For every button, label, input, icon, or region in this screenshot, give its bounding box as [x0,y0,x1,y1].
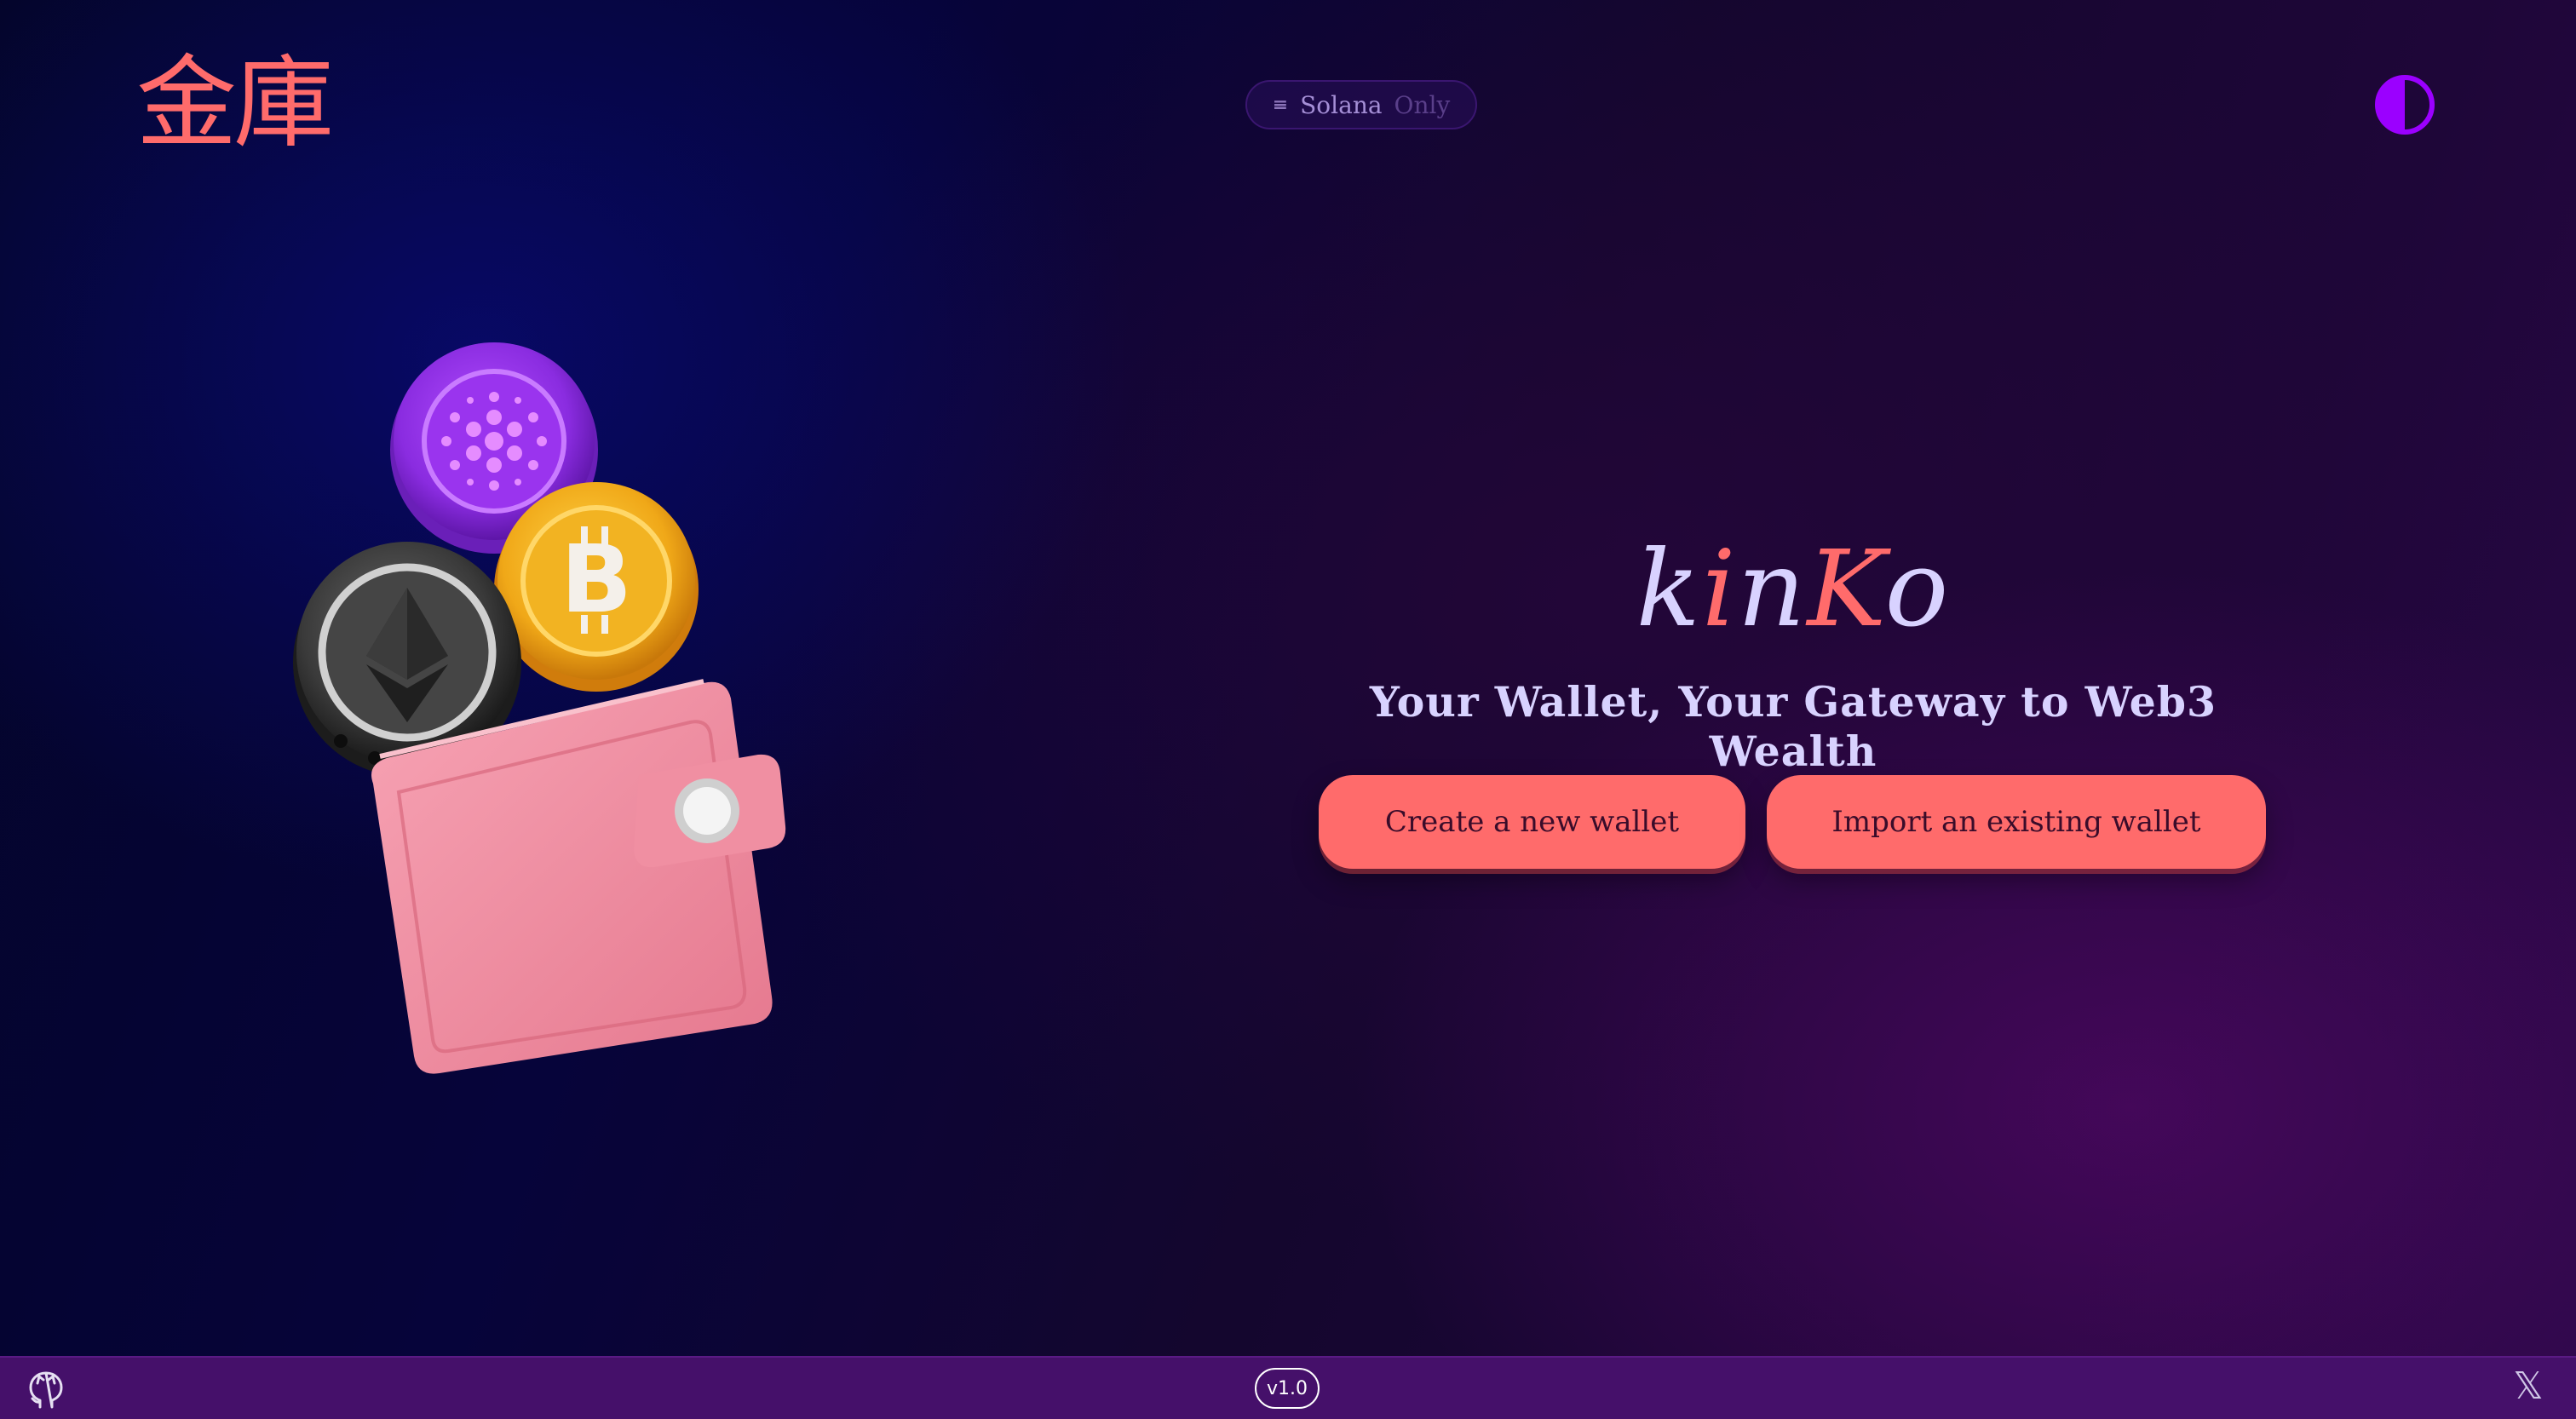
github-icon[interactable] [26,1370,66,1410]
theme-toggle-button[interactable] [2375,75,2435,135]
network-suffix: Only [1394,90,1451,119]
brand-letter: o [1884,528,1951,651]
network-badge: ≡ Solana Only [1245,80,1477,129]
x-twitter-icon[interactable]: 𝕏 [2511,1368,2545,1405]
wallet-illustration: B [293,342,786,1074]
brand-title: kinKo [1312,537,2274,642]
brand-letter: i [1701,528,1738,651]
create-wallet-button[interactable]: Create a new wallet [1319,775,1745,869]
bitcoin-coin-icon: B [494,482,699,692]
network-name: Solana [1300,90,1383,119]
solana-icon: ≡ [1272,94,1289,116]
app-logo[interactable]: 金庫 [136,53,334,153]
brand-letter: n [1737,528,1808,651]
import-wallet-button[interactable]: Import an existing wallet [1767,775,2266,869]
version-badge: v1.0 [1255,1368,1320,1409]
svg-text:B: B [561,525,632,634]
footer-bar: v1.0 𝕏 [0,1356,2576,1419]
brand-letter: K [1807,528,1885,651]
brand-letter: k [1636,528,1702,651]
app-root: 金庫 ≡ Solana Only B kinKo Your Wallet, Yo… [0,0,2576,1419]
tagline: Your Wallet, Your Gateway to Web3 Wealth [1369,677,2217,776]
